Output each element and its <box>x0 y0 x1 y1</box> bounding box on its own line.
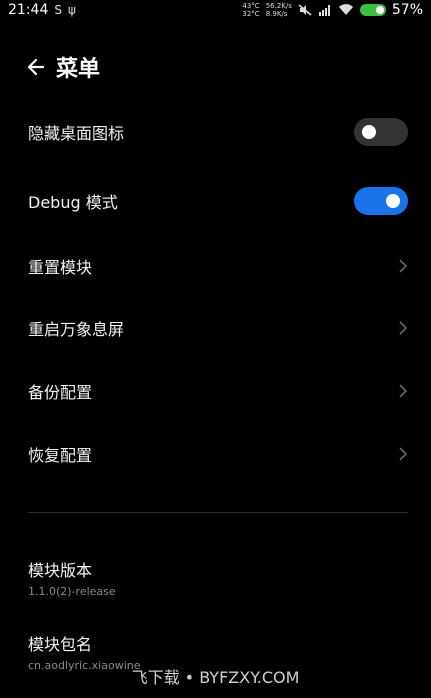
row-label-hide-icon: 隐藏桌面图标 <box>28 124 125 143</box>
info-version: 模块版本 1.1.0(2)-release <box>28 557 408 598</box>
speed1: 56.2K/s <box>265 2 292 10</box>
status-left: 21:44 S ψ <box>8 2 76 18</box>
back-arrow-icon[interactable] <box>24 56 46 78</box>
info-label-package: 模块包名 <box>28 635 93 654</box>
info-label-version: 模块版本 <box>28 561 93 580</box>
toggle-hide-icon[interactable] <box>354 118 408 146</box>
toggle-knob <box>362 125 376 139</box>
wifi-icon <box>338 4 353 16</box>
chevron-right-icon <box>399 384 408 398</box>
status-right: 43°C 32°C 56.2K/s 8.9K/s 57% <box>242 2 423 18</box>
row-backup[interactable]: 备份配置 <box>28 371 408 411</box>
status-time: 21:44 <box>8 2 49 18</box>
page-title: 菜单 <box>56 57 101 82</box>
watermark: 飞下载 • BYFZXY.COM <box>131 668 300 687</box>
row-restore[interactable]: 恢复配置 <box>28 434 408 474</box>
battery-level: 57% <box>391 2 423 18</box>
row-label-debug: Debug 模式 <box>28 193 118 212</box>
row-hide-icon[interactable]: 隐藏桌面图标 <box>28 112 408 152</box>
info-value-version: 1.1.0(2)-release <box>28 585 116 598</box>
row-label-backup: 备份配置 <box>28 383 93 402</box>
battery-icon <box>359 4 386 16</box>
speed-stack: 56.2K/s 8.9K/s <box>266 2 292 18</box>
temp2: 32°C <box>242 10 260 18</box>
usb-icon: ψ <box>67 3 76 17</box>
s-icon: S <box>54 3 62 17</box>
row-restart-screen[interactable]: 重启万象息屏 <box>28 308 408 348</box>
row-debug[interactable]: Debug 模式 <box>28 181 408 221</box>
row-label-restart-screen: 重启万象息屏 <box>28 320 125 339</box>
toggle-knob <box>386 194 400 208</box>
chevron-right-icon <box>399 447 408 461</box>
row-reset-module[interactable]: 重置模块 <box>28 246 408 286</box>
header: 菜单 <box>24 50 100 84</box>
chevron-right-icon <box>399 321 408 335</box>
row-label-restore: 恢复配置 <box>28 446 93 465</box>
speed2: 8.9K/s <box>265 10 288 18</box>
divider <box>28 512 408 513</box>
chevron-right-icon <box>399 259 408 273</box>
mute-icon <box>298 4 312 16</box>
toggle-debug[interactable] <box>354 187 408 215</box>
signal-icon <box>318 5 330 16</box>
status-bar: 21:44 S ψ 43°C 32°C 56.2K/s 8.9K/s 57% <box>0 0 431 20</box>
row-label-reset-module: 重置模块 <box>28 258 93 277</box>
temperature-stack: 43°C 32°C <box>242 2 259 18</box>
temp1: 43°C <box>242 2 260 10</box>
